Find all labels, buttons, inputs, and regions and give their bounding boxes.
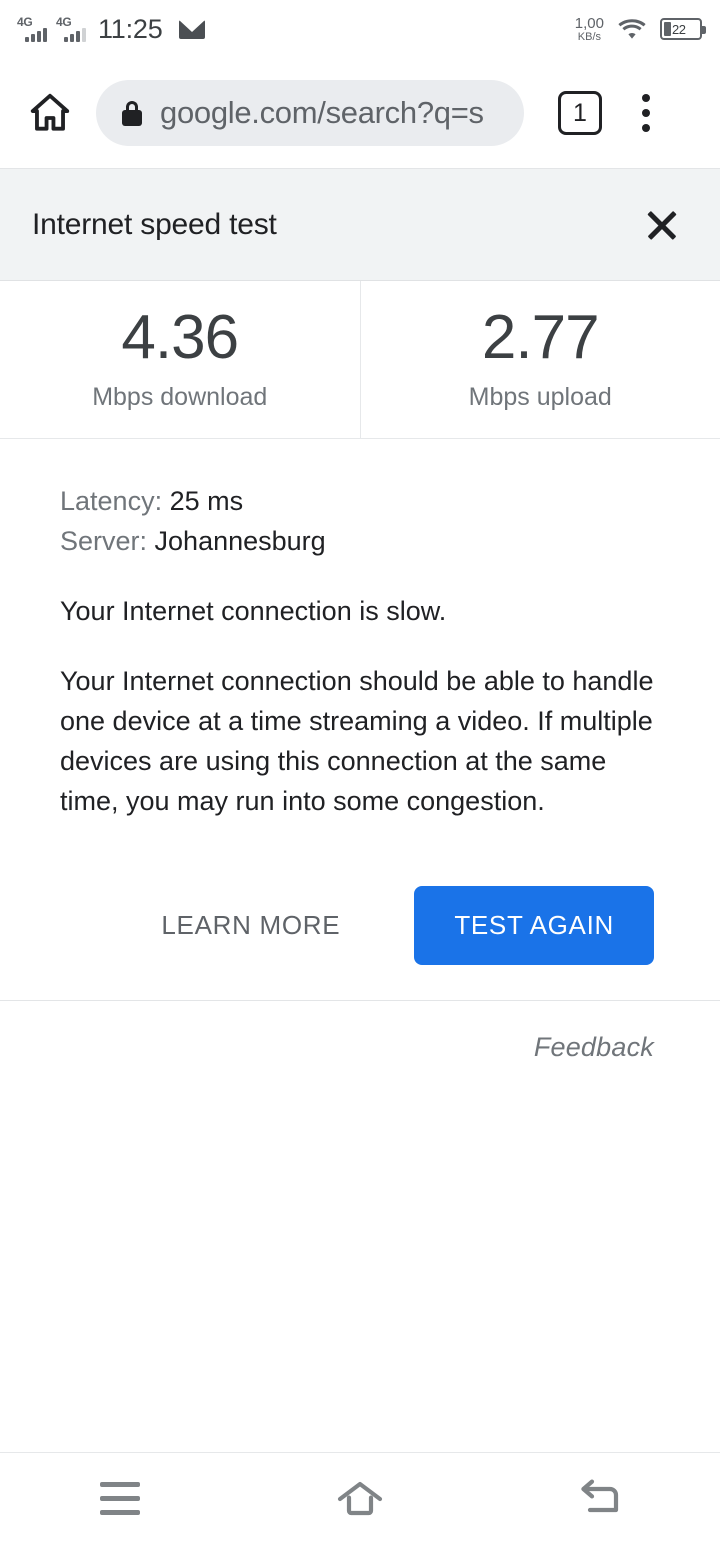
signal-icon-sim1: 4G [17, 15, 47, 42]
url-text: google.com/search?q=s [160, 95, 484, 130]
network-speed-value: 1,00 [574, 14, 604, 32]
phone-screen: 4G 4G 11:25 1,00 KB/s 22 google.com/sear… [0, 0, 720, 1544]
server-label: Server: [60, 526, 155, 556]
home-button[interactable] [22, 85, 78, 141]
signal-icon-sim2: 4G [56, 15, 86, 42]
upload-result: 2.77 Mbps upload [361, 281, 720, 438]
speed-test-details: Latency: 25 ms Server: Johannesburg Your… [0, 439, 720, 821]
speed-test-header: Internet speed test [0, 168, 720, 281]
feedback-link[interactable]: Feedback [534, 1032, 654, 1062]
network-type-label-1: 4G [17, 15, 33, 29]
latency-label: Latency: [60, 486, 170, 516]
battery-fill [664, 22, 671, 36]
signal-bars-2 [64, 28, 86, 42]
tab-switcher-button[interactable]: 1 [558, 91, 602, 135]
download-label: Mbps download [92, 383, 268, 411]
upload-value: 2.77 [481, 303, 600, 372]
back-arrow-icon[interactable] [545, 1464, 655, 1534]
action-row: LEARN MORE TEST AGAIN [0, 886, 720, 965]
lock-icon [122, 100, 142, 126]
learn-more-button[interactable]: LEARN MORE [139, 892, 362, 959]
overflow-menu-icon[interactable] [622, 94, 670, 132]
page-title: Internet speed test [32, 207, 277, 241]
feedback-row: Feedback [0, 1032, 720, 1063]
status-bar-left: 4G 4G 11:25 [17, 13, 205, 45]
signal-bars-1 [25, 28, 47, 42]
battery-level-label: 22 [672, 21, 686, 37]
status-bar: 4G 4G 11:25 1,00 KB/s 22 [0, 0, 720, 58]
url-bar[interactable]: google.com/search?q=s [96, 80, 524, 146]
download-result: 4.36 Mbps download [0, 281, 361, 438]
wifi-icon [618, 18, 646, 40]
recents-menu-icon[interactable] [65, 1464, 175, 1534]
browser-toolbar: google.com/search?q=s 1 [0, 58, 720, 168]
home-outline-icon[interactable] [305, 1464, 415, 1534]
network-type-label-2: 4G [56, 15, 72, 29]
status-bar-clock: 11:25 [98, 13, 163, 44]
speed-results: 4.36 Mbps download 2.77 Mbps upload [0, 281, 720, 439]
description-text: Your Internet connection should be able … [60, 666, 654, 816]
upload-label: Mbps upload [468, 383, 612, 411]
system-navigation-bar [0, 1452, 720, 1544]
latency-value: 25 ms [169, 486, 244, 516]
latency-row: Latency: 25 ms [60, 481, 660, 521]
section-divider [0, 1000, 720, 1001]
server-value: Johannesburg [154, 526, 326, 556]
battery-icon: 22 [660, 18, 706, 40]
close-icon[interactable] [636, 199, 688, 251]
server-row: Server: Johannesburg [60, 521, 660, 561]
network-speed-unit: KB/s [577, 30, 602, 43]
test-again-button[interactable]: TEST AGAIN [414, 886, 654, 965]
summary-text: Your Internet connection is slow. [60, 596, 447, 626]
download-value: 4.36 [121, 303, 239, 372]
network-speed-indicator: 1,00 KB/s [575, 16, 604, 43]
mail-icon [178, 19, 205, 39]
status-bar-right: 1,00 KB/s 22 [575, 16, 706, 43]
